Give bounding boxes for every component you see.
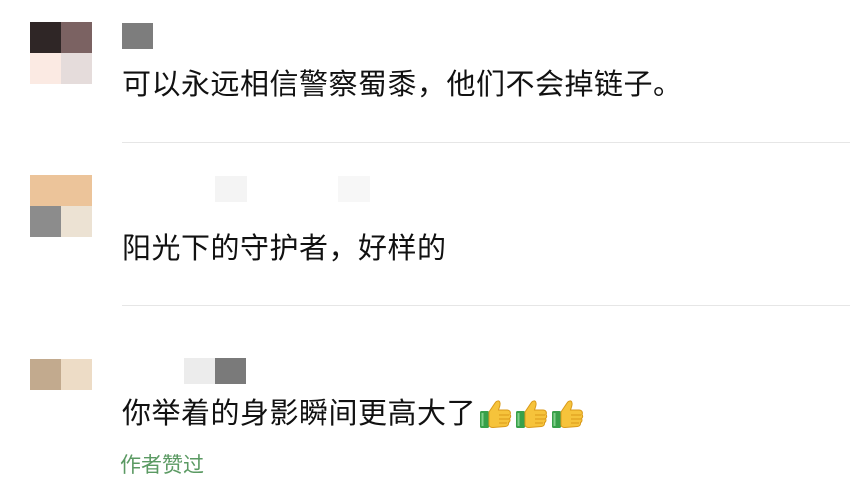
avatar-pixel (30, 328, 61, 359)
avatar-pixel (30, 175, 61, 206)
username-blurred (215, 358, 246, 384)
avatar-pixel (61, 359, 92, 390)
thumbs-up-icon (478, 396, 512, 430)
divider (122, 305, 850, 306)
thumbs-up-icon (514, 396, 548, 430)
avatar-pixel (61, 328, 92, 359)
divider (122, 142, 850, 143)
comment-text: 可以永远相信警察蜀黍，他们不会掉链子。 (122, 67, 683, 101)
avatar[interactable] (30, 175, 92, 237)
avatar-pixel (61, 206, 92, 237)
avatar-pixel (61, 22, 92, 53)
avatar[interactable] (30, 22, 92, 84)
avatar-pixel (30, 53, 61, 84)
avatar-pixel (30, 22, 61, 53)
comment-text: 阳光下的守护者，好样的 (122, 231, 447, 265)
comment-text-body: 你举着的身影瞬间更高大了 (122, 396, 477, 430)
avatar-pixel (61, 53, 92, 84)
avatar-pixel (61, 175, 92, 206)
author-liked-label: 作者赞过 (120, 453, 204, 477)
avatar-pixel (30, 359, 61, 390)
username-blurred (338, 176, 370, 202)
avatar-pixel (30, 206, 61, 237)
username-blurred[interactable] (215, 176, 247, 202)
username-blurred[interactable] (184, 358, 215, 384)
username-blurred[interactable] (122, 23, 153, 49)
thumbs-up-icon (550, 396, 584, 430)
avatar[interactable] (30, 328, 92, 390)
comment-text: 你举着的身影瞬间更高大了 (122, 395, 584, 431)
